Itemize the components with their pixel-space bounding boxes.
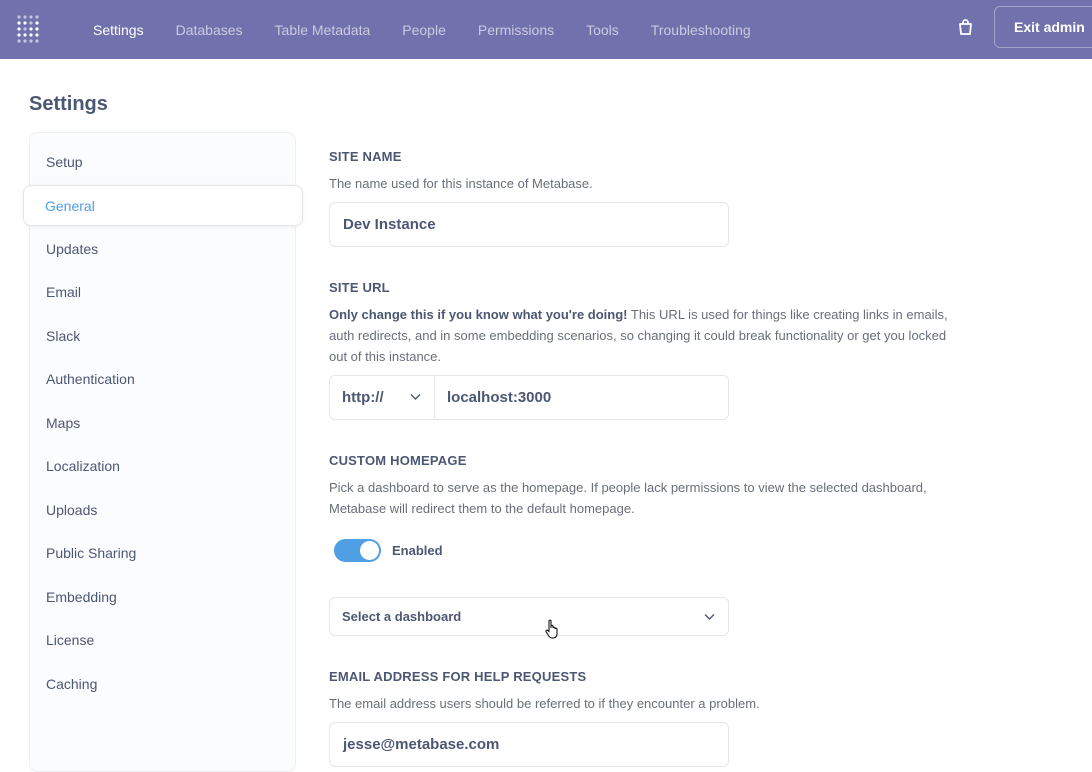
custom-homepage-toggle-label: Enabled bbox=[392, 543, 443, 558]
sidebar-item-license[interactable]: License bbox=[46, 632, 94, 648]
nav-settings[interactable]: Settings bbox=[93, 22, 144, 38]
sidebar-item-uploads[interactable]: Uploads bbox=[46, 502, 97, 518]
page-title: Settings bbox=[29, 93, 108, 115]
help-email-input[interactable]: jesse@metabase.com bbox=[329, 722, 729, 767]
site-url-title: SITE URL bbox=[329, 280, 390, 295]
nav-tools[interactable]: Tools bbox=[586, 22, 619, 38]
shopping-bag-icon[interactable] bbox=[957, 18, 974, 36]
nav-troubleshooting[interactable]: Troubleshooting bbox=[651, 22, 751, 38]
sidebar-item-email[interactable]: Email bbox=[46, 284, 81, 300]
sidebar-item-slack[interactable]: Slack bbox=[46, 328, 80, 344]
custom-homepage-title: CUSTOM HOMEPAGE bbox=[329, 453, 467, 468]
chevron-down-icon bbox=[410, 394, 421, 400]
sidebar-item-updates[interactable]: Updates bbox=[46, 241, 98, 257]
admin-navbar: Settings Databases Table Metadata People… bbox=[0, 0, 1092, 59]
site-name-input[interactable]: Dev Instance bbox=[329, 202, 729, 247]
chevron-down-icon bbox=[704, 614, 715, 620]
exit-admin-button[interactable]: Exit admin bbox=[994, 6, 1092, 48]
protocol-value: http:// bbox=[342, 389, 384, 406]
toggle-knob bbox=[360, 541, 379, 560]
site-name-title: SITE NAME bbox=[329, 149, 402, 164]
sidebar-item-localization[interactable]: Localization bbox=[46, 458, 120, 474]
sidebar-item-caching[interactable]: Caching bbox=[46, 676, 97, 692]
help-email-description: The email address users should be referr… bbox=[329, 696, 760, 711]
site-name-description: The name used for this instance of Metab… bbox=[329, 176, 593, 191]
protocol-select[interactable]: http:// bbox=[330, 376, 435, 419]
help-email-title: EMAIL ADDRESS FOR HELP REQUESTS bbox=[329, 669, 587, 684]
site-url-input-group: http:// localhost:3000 bbox=[329, 375, 729, 420]
custom-homepage-description: Pick a dashboard to serve as the homepag… bbox=[329, 480, 927, 516]
nav-databases[interactable]: Databases bbox=[176, 22, 243, 38]
nav-table-metadata[interactable]: Table Metadata bbox=[275, 22, 371, 38]
nav-permissions[interactable]: Permissions bbox=[478, 22, 554, 38]
sidebar-item-embedding[interactable]: Embedding bbox=[46, 589, 117, 605]
site-url-warning: Only change this if you know what you're… bbox=[329, 307, 628, 322]
nav-people[interactable]: People bbox=[402, 22, 446, 38]
site-url-description: Only change this if you know what you're… bbox=[329, 304, 959, 367]
site-url-host-input[interactable]: localhost:3000 bbox=[435, 376, 728, 419]
dashboard-select[interactable]: Select a dashboard bbox=[329, 597, 729, 636]
admin-nav-items: Settings Databases Table Metadata People… bbox=[93, 0, 783, 59]
sidebar-item-authentication[interactable]: Authentication bbox=[46, 371, 135, 387]
sidebar-item-maps[interactable]: Maps bbox=[46, 415, 80, 431]
custom-homepage-toggle[interactable] bbox=[334, 539, 381, 562]
sidebar-item-general[interactable]: General bbox=[23, 185, 303, 226]
sidebar-item-public-sharing[interactable]: Public Sharing bbox=[46, 545, 136, 561]
hand-pointer-cursor-icon bbox=[545, 619, 558, 639]
sidebar-item-setup[interactable]: Setup bbox=[46, 154, 83, 170]
dashboard-select-placeholder: Select a dashboard bbox=[342, 609, 462, 624]
settings-sidebar: Setup Updates Email Slack Authentication… bbox=[29, 132, 296, 772]
metabase-logo[interactable] bbox=[17, 13, 41, 43]
